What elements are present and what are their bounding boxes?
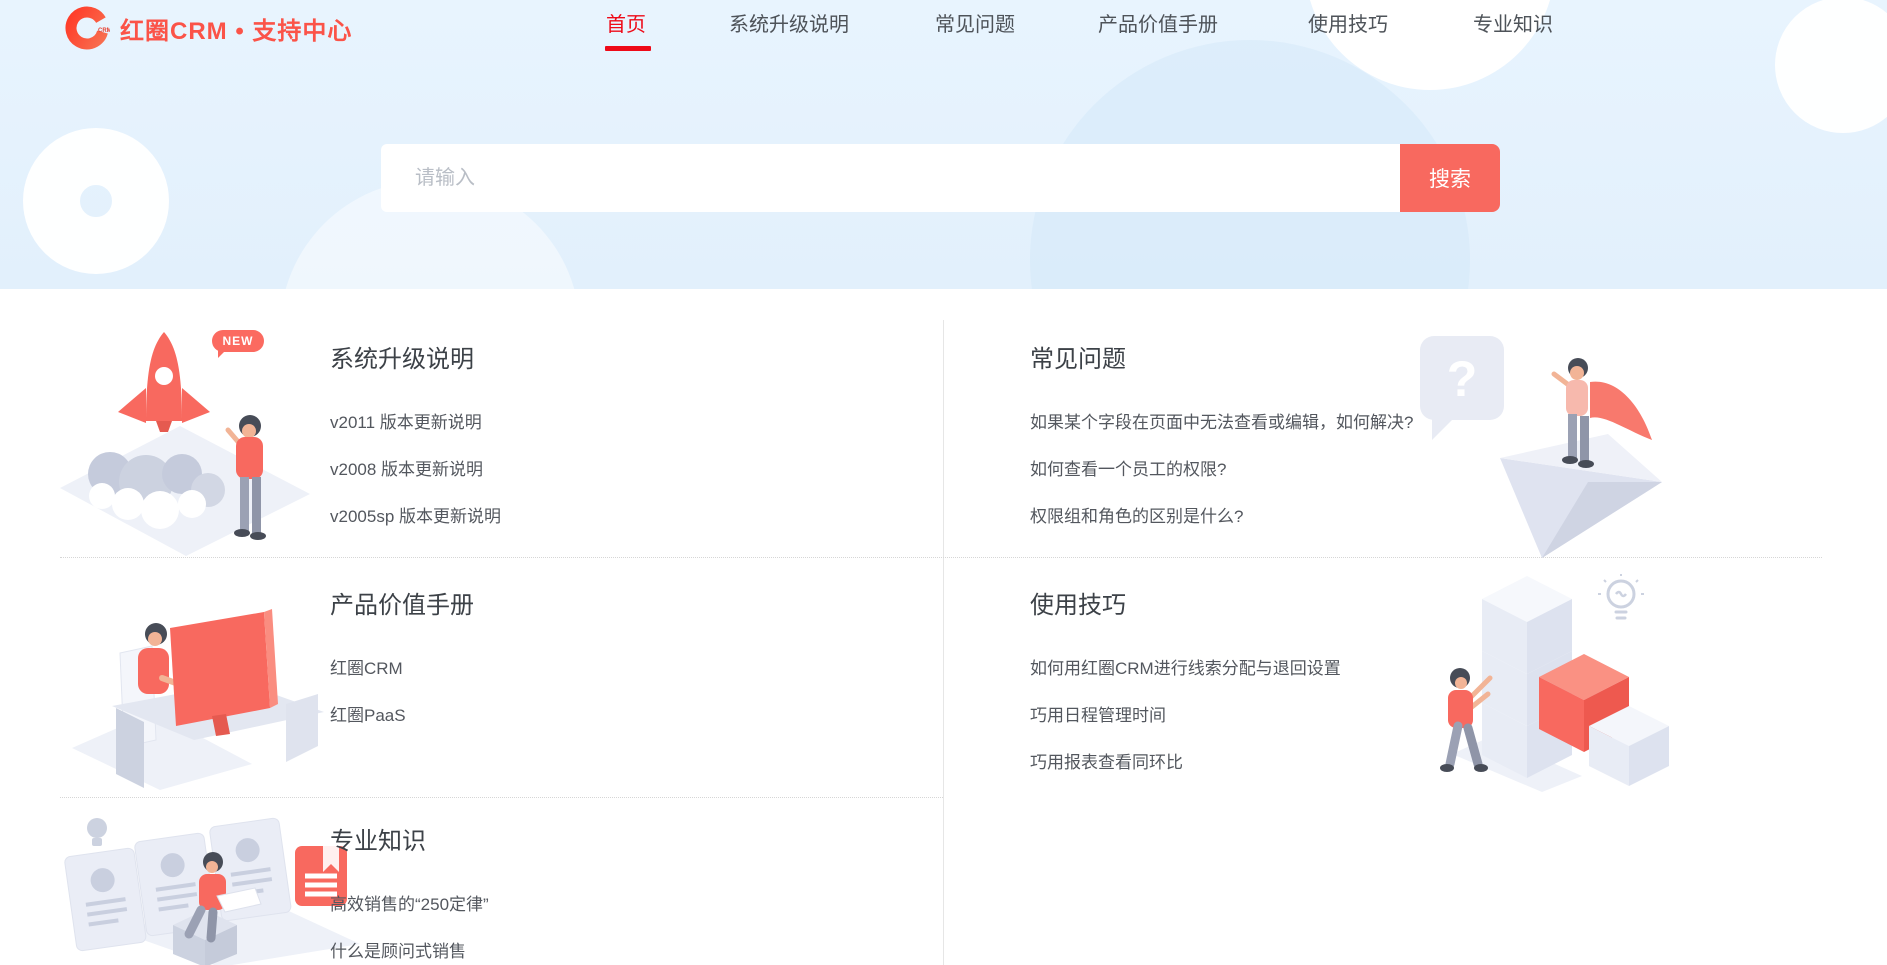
search-bar: 搜索 (381, 144, 1500, 212)
search-button[interactable]: 搜索 (1400, 144, 1500, 212)
row-divider (60, 797, 943, 798)
nav-item-tips[interactable]: 使用技巧 (1308, 8, 1388, 37)
article-link[interactable]: 高效销售的“250定律” (330, 892, 489, 917)
section-title: 产品价值手册 (330, 585, 474, 620)
nav-item-faq[interactable]: 常见问题 (935, 8, 1015, 37)
nav-item-knowledge[interactable]: 专业知识 (1473, 8, 1553, 37)
nav-item-system-upgrade[interactable]: 系统升级说明 (729, 8, 849, 37)
article-link[interactable]: 巧用报表查看同环比 (1030, 750, 1183, 775)
article-link[interactable]: v2011 版本更新说明 (330, 410, 482, 435)
article-link[interactable]: 巧用日程管理时间 (1030, 703, 1166, 728)
column-divider (943, 320, 944, 965)
search-input[interactable] (381, 144, 1400, 212)
content-area: NEW 系统升级说明 v2011 版本更新说明 v2008 版本更新说明 v20… (0, 289, 1887, 965)
section-title: 使用技巧 (1030, 585, 1341, 620)
lightbulb-icon (1598, 574, 1644, 632)
section-title: 常见问题 (1030, 339, 1413, 374)
article-link[interactable]: 什么是顾问式销售 (330, 939, 466, 964)
article-link[interactable]: 红圈PaaS (330, 703, 406, 728)
hero-decor-ring-left (23, 128, 169, 274)
article-link[interactable]: v2008 版本更新说明 (330, 457, 483, 482)
article-link[interactable]: v2005sp 版本更新说明 (330, 504, 501, 529)
article-link[interactable]: 如何查看一个员工的权限? (1030, 457, 1226, 482)
article-link[interactable]: 如果某个字段在页面中无法查看或编辑，如何解决? (1030, 410, 1413, 435)
nav-item-product-value[interactable]: 产品价值手册 (1098, 8, 1218, 37)
page: 搜索 CRM 红圈CRM • 支持中心 首页 系统升级说明 常见问题 产品价值手… (0, 0, 1887, 965)
section-faq: 常见问题 如果某个字段在页面中无法查看或编辑，如何解决? 如何查看一个员工的权限… (1030, 339, 1413, 551)
article-link[interactable]: 如何用红圈CRM进行线索分配与退回设置 (1030, 656, 1341, 681)
nav-item-home[interactable]: 首页 (606, 8, 646, 37)
section-system-upgrade: 系统升级说明 v2011 版本更新说明 v2008 版本更新说明 v2005sp… (330, 339, 501, 551)
new-badge: NEW (212, 330, 264, 352)
nav-active-underline (605, 46, 651, 51)
section-knowledge: 专业知识 高效销售的“250定律” 什么是顾问式销售 (330, 821, 489, 965)
desk-monitor-illustration (72, 598, 324, 790)
main-nav: 首页 系统升级说明 常见问题 产品价值手册 使用技巧 专业知识 (0, 0, 1887, 60)
section-title: 专业知识 (330, 821, 489, 856)
documents-illustration (55, 812, 360, 965)
section-tips: 使用技巧 如何用红圈CRM进行线索分配与退回设置 巧用日程管理时间 巧用报表查看… (1030, 585, 1341, 797)
article-link[interactable]: 红圈CRM (330, 656, 403, 681)
section-title: 系统升级说明 (330, 339, 501, 374)
paper-plane-illustration: ? (1412, 330, 1668, 558)
section-product-value: 产品价值手册 红圈CRM 红圈PaaS (330, 585, 474, 750)
question-bubble-icon: ? (1447, 351, 1478, 407)
rocket-illustration (58, 326, 310, 556)
article-link[interactable]: 权限组和角色的区别是什么? (1030, 504, 1243, 529)
